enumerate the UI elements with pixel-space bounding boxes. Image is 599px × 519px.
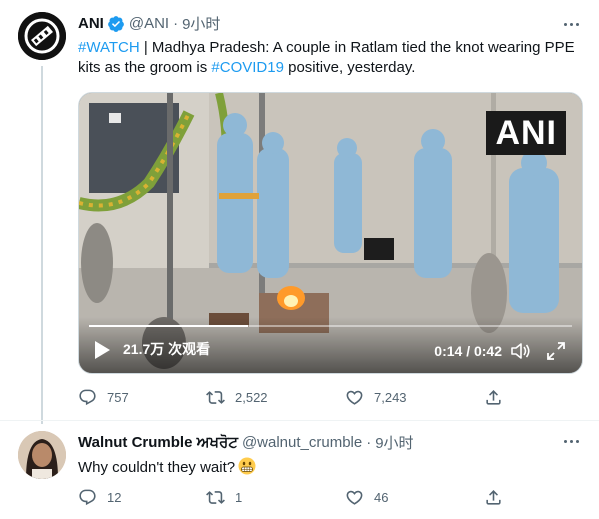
- fullscreen-icon[interactable]: [546, 341, 566, 361]
- more-options-button[interactable]: [561, 14, 581, 34]
- video-progress-fill: [89, 325, 249, 327]
- user-avatar-photo: [18, 431, 66, 479]
- reply-count: 757: [107, 390, 129, 405]
- reply-header: Walnut Crumble ਅਖਰੋਟ @walnut_crumble · 9…: [78, 432, 414, 453]
- video-views: 21.7万 次观看: [123, 341, 211, 357]
- tweet-reply-walnut-crumble[interactable]: Walnut Crumble ਅਖਰੋਟ @walnut_crumble · 9…: [0, 420, 599, 519]
- tweet-ani[interactable]: ANI @ANI · 9小时 #WATCH | Madhya Pradesh: …: [0, 0, 599, 420]
- share-icon: [486, 390, 501, 405]
- like-count: 7,243: [374, 390, 407, 405]
- reply-like-count: 46: [374, 490, 389, 505]
- grimacing-face-icon: [238, 457, 256, 475]
- video-progress-bar[interactable]: [89, 325, 572, 327]
- reply-display-name[interactable]: Walnut Crumble ਅਖਰੋਟ: [78, 434, 238, 451]
- reply-reply-button[interactable]: 12: [78, 488, 121, 507]
- retweet-button[interactable]: 2,522: [206, 388, 268, 407]
- reply-share-button[interactable]: [484, 488, 513, 507]
- tweet-actions: 757 2,522 7,243: [78, 388, 508, 408]
- ani-logo-icon: [18, 12, 66, 60]
- display-name[interactable]: ANI: [78, 15, 104, 32]
- reply-retweet-count: 1: [235, 490, 243, 505]
- like-button[interactable]: 7,243: [345, 388, 407, 407]
- reply-handle[interactable]: @walnut_crumble: [242, 434, 362, 451]
- volume-icon[interactable]: [510, 341, 532, 361]
- heart-icon: [346, 490, 363, 505]
- reply-text-content: Why couldn't they wait?: [78, 459, 236, 476]
- reply-separator-dot: ·: [366, 434, 372, 451]
- reply-icon: [79, 389, 96, 406]
- ani-avatar[interactable]: [18, 12, 66, 60]
- video-time: 0:14 / 0:42: [434, 343, 502, 359]
- more-dots-icon: [563, 439, 567, 443]
- retweet-icon: [206, 391, 225, 404]
- hashtag-watch[interactable]: #WATCH: [78, 39, 140, 56]
- play-icon[interactable]: [93, 340, 111, 360]
- separator-dot: ·: [173, 15, 179, 32]
- reply-like-button[interactable]: 46: [345, 488, 388, 507]
- reply-icon: [79, 489, 96, 506]
- tweet-text-part2: positive, yesterday.: [283, 59, 416, 76]
- reply-timestamp[interactable]: 9小时: [375, 432, 413, 453]
- handle[interactable]: @ANI: [129, 15, 169, 32]
- reply-retweet-button[interactable]: 1: [206, 488, 242, 507]
- video-player[interactable]: ANI 21.7万 次观看 0:14 / 0:42: [78, 92, 583, 374]
- tweet-header: ANI @ANI · 9小时: [78, 13, 220, 34]
- more-dots-icon: [563, 22, 567, 26]
- heart-icon: [346, 390, 363, 405]
- share-icon: [486, 490, 501, 505]
- retweet-icon: [206, 491, 225, 504]
- reply-button[interactable]: 757: [78, 388, 129, 407]
- reply-reply-count: 12: [107, 490, 122, 505]
- walnut-crumble-avatar[interactable]: [18, 431, 66, 479]
- reply-more-options-button[interactable]: [561, 431, 581, 451]
- verified-badge-icon: [107, 15, 124, 32]
- reply-text: Why couldn't they wait?: [78, 457, 583, 478]
- reply-actions: 12 1 46: [78, 488, 508, 508]
- retweet-count: 2,522: [235, 390, 268, 405]
- timestamp[interactable]: 9小时: [182, 13, 220, 34]
- tweet-text: #WATCH | Madhya Pradesh: A couple in Rat…: [78, 38, 583, 78]
- share-button[interactable]: [484, 388, 513, 407]
- ani-watermark: ANI: [486, 111, 566, 155]
- hashtag-covid19[interactable]: #COVID19: [211, 59, 284, 76]
